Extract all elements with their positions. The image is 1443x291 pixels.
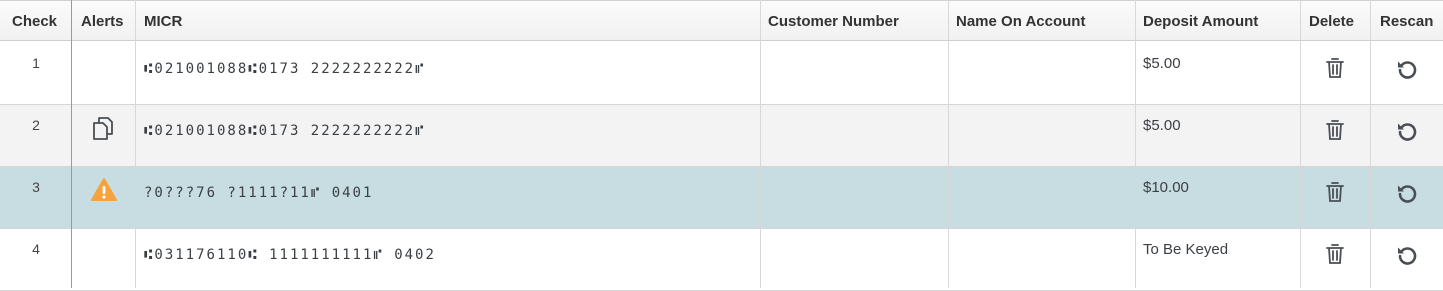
name-on-account-cell[interactable] (949, 43, 1136, 105)
rescan-icon (1397, 123, 1416, 141)
check-number: 2 (32, 117, 40, 133)
alert-cell (72, 229, 136, 291)
trash-icon (1326, 182, 1344, 202)
deposit-amount-cell[interactable]: $5.00 (1136, 105, 1300, 167)
column-header-customer-number[interactable]: Customer Number (761, 1, 949, 42)
trash-icon (1326, 244, 1344, 264)
column-header-deposit-amount[interactable]: Deposit Amount (1136, 1, 1300, 42)
rescan-icon (1397, 247, 1416, 265)
deposit-amount-cell[interactable]: To Be Keyed (1136, 229, 1300, 291)
micr-line: ⑆021001088⑆0173 2222222222⑈ (144, 61, 426, 77)
table-row[interactable]: 3 ?0???76 ?1111?11⑈ 0401 $10.00 (0, 167, 1443, 229)
customer-number-cell[interactable] (761, 43, 949, 105)
table-row[interactable]: 4 ⑆031176110⑆ 1111111111⑈ 0402 To Be Key… (0, 229, 1443, 291)
customer-number-cell[interactable] (761, 229, 949, 291)
rescan-button[interactable] (1370, 105, 1443, 167)
column-header-micr[interactable]: MICR (137, 1, 761, 42)
column-divider[interactable] (135, 0, 136, 288)
alert-cell (72, 43, 136, 105)
check-number: 1 (32, 55, 40, 71)
table-row[interactable]: 1 ⑆021001088⑆0173 2222222222⑈ $5.00 (0, 43, 1443, 105)
delete-button[interactable] (1300, 43, 1370, 105)
micr-line: ?0???76 ?1111?11⑈ 0401 (144, 185, 374, 201)
deposit-amount-cell[interactable]: $10.00 (1136, 167, 1300, 229)
duplicate-icon[interactable] (90, 115, 118, 141)
column-header-name-on-account[interactable]: Name On Account (949, 1, 1136, 42)
column-divider[interactable] (71, 0, 72, 288)
column-divider[interactable] (1370, 0, 1371, 288)
column-header-alerts[interactable]: Alerts (74, 1, 136, 42)
check-number: 3 (32, 179, 40, 195)
deposit-amount-cell[interactable]: $5.00 (1136, 43, 1300, 105)
rescan-icon (1397, 61, 1416, 79)
table-row[interactable]: 2 ⑆021001088⑆0173 2222222222⑈ $5.00 (0, 105, 1443, 167)
check-number: 4 (32, 241, 40, 257)
micr-line: ⑆031176110⑆ 1111111111⑈ 0402 (144, 247, 436, 263)
rescan-button[interactable] (1370, 43, 1443, 105)
rescan-button[interactable] (1370, 229, 1443, 291)
column-divider[interactable] (1300, 0, 1301, 288)
delete-button[interactable] (1300, 105, 1370, 167)
delete-button[interactable] (1300, 167, 1370, 229)
warning-icon[interactable] (90, 177, 118, 203)
column-header-check[interactable]: Check (5, 1, 70, 42)
rescan-icon (1397, 185, 1416, 203)
table-header: Check Alerts MICR Customer Number Name O… (0, 0, 1443, 41)
column-header-rescan: Rescan (1380, 13, 1434, 30)
column-divider[interactable] (948, 0, 949, 288)
name-on-account-cell[interactable] (949, 167, 1136, 229)
column-header-delete: Delete (1309, 13, 1355, 30)
column-divider[interactable] (760, 0, 761, 288)
trash-icon (1326, 120, 1344, 140)
trash-icon (1326, 58, 1344, 78)
name-on-account-cell[interactable] (949, 105, 1136, 167)
customer-number-cell[interactable] (761, 105, 949, 167)
delete-button[interactable] (1300, 229, 1370, 291)
alert-cell (72, 167, 136, 229)
name-on-account-cell[interactable] (949, 229, 1136, 291)
micr-line: ⑆021001088⑆0173 2222222222⑈ (144, 123, 426, 139)
checks-table: Check Alerts MICR Customer Number Name O… (0, 0, 1443, 291)
column-divider[interactable] (1135, 0, 1136, 288)
rescan-button[interactable] (1370, 167, 1443, 229)
customer-number-cell[interactable] (761, 167, 949, 229)
alert-cell (72, 105, 136, 167)
